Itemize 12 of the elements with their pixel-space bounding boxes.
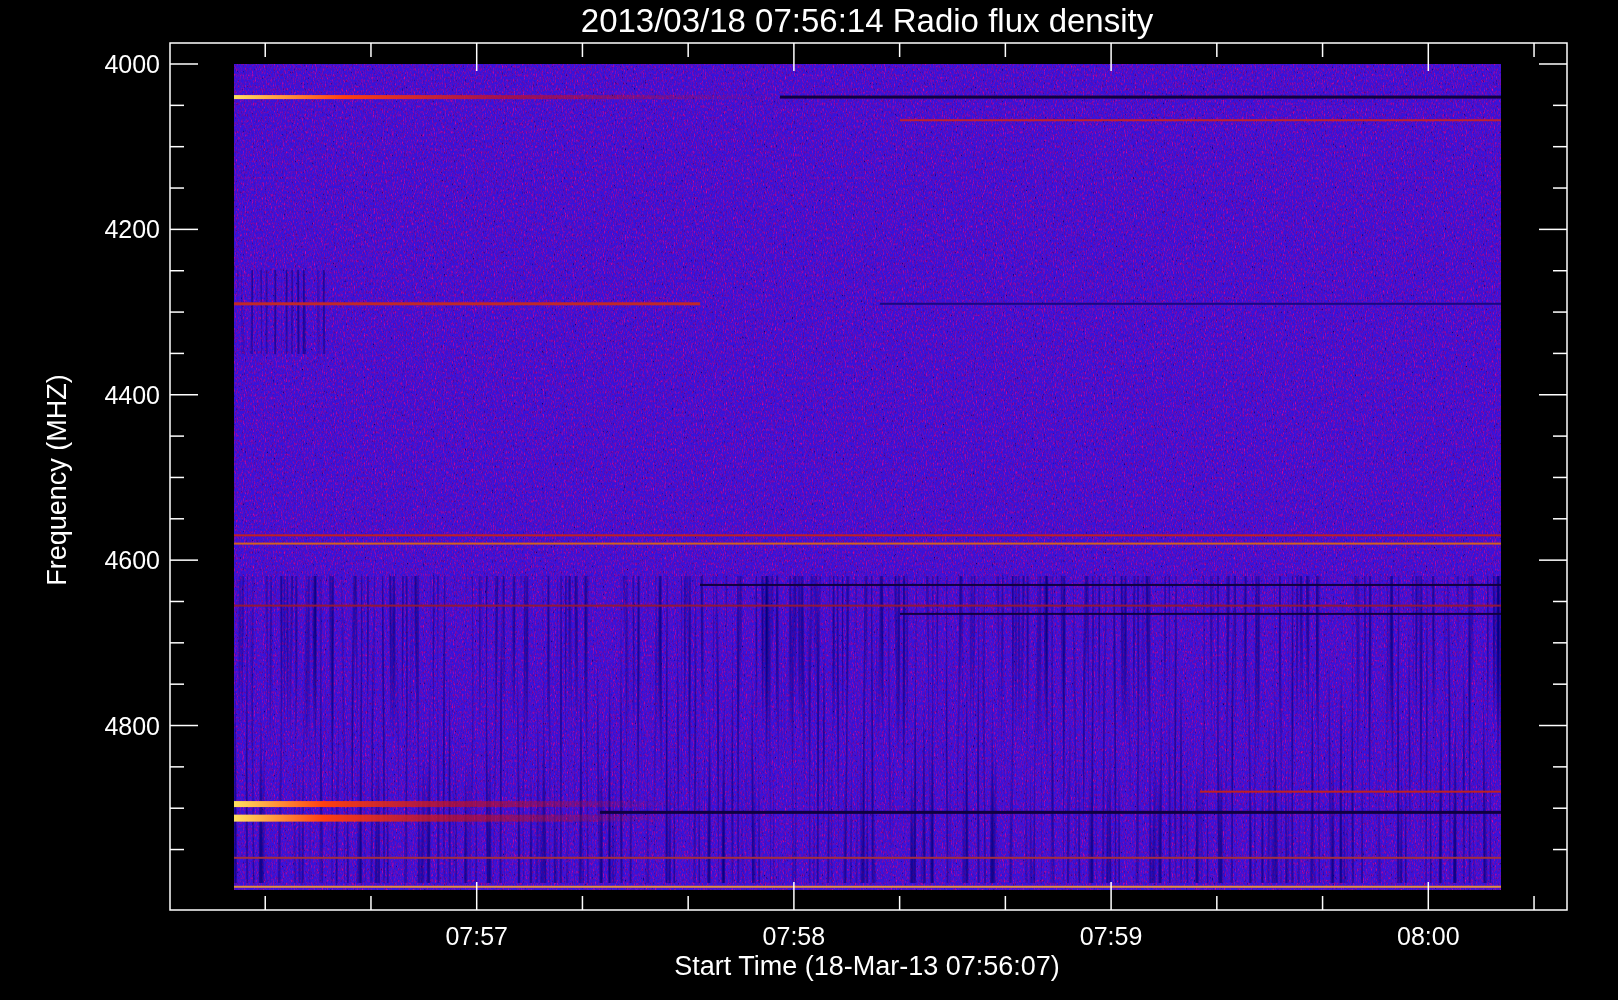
y-tick-label: 4400: [104, 380, 160, 409]
y-axis-label: Frequency (MHZ): [42, 374, 72, 586]
x-axis-label: Start Time (18-Mar-13 07:56:07): [674, 951, 1060, 981]
y-tick-label: 4600: [104, 546, 160, 575]
x-tick-label: 07:57: [445, 922, 508, 950]
x-tick-label: 07:58: [762, 922, 826, 950]
plot-title: 2013/03/18 07:56:14 Radio flux density: [580, 2, 1154, 39]
x-tick-label: 07:59: [1079, 922, 1143, 950]
y-tick-label: 4200: [104, 215, 160, 244]
y-tick-label: 4800: [104, 711, 160, 740]
x-tick-label: 08:00: [1397, 922, 1460, 950]
y-tick-label: 4000: [104, 50, 160, 78]
